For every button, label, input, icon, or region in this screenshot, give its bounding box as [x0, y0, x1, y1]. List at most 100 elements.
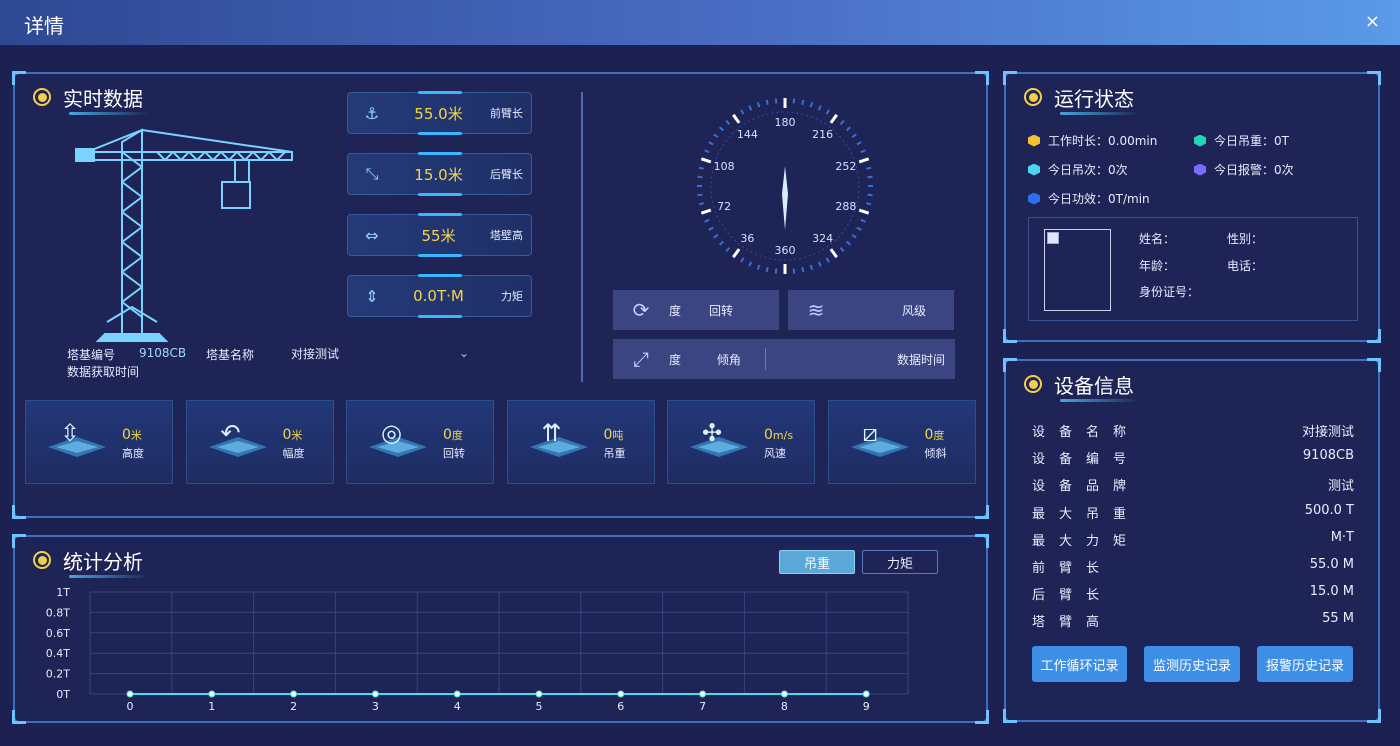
compass-tick	[846, 240, 852, 246]
device-info-key: 前臂长	[1032, 561, 1114, 576]
data-point	[535, 690, 543, 698]
compass-tick	[748, 261, 753, 267]
compass-tick	[756, 264, 761, 271]
stat-value: 0米	[282, 427, 303, 443]
rotation-reading: ⟳ 度 回转	[613, 290, 779, 330]
device-info-row: 设备编号 9108CB	[1032, 448, 1354, 467]
compass-tick	[765, 266, 769, 273]
x-tick-label: 9	[863, 700, 870, 712]
compass-tick	[825, 109, 830, 115]
data-point	[699, 690, 707, 698]
tab-moment[interactable]: 力矩	[862, 550, 938, 574]
operator-id-card: 身份证号：	[1139, 285, 1200, 299]
front-arm-card: ⚓ 55.0米 前臂长	[347, 91, 532, 135]
data-point	[371, 690, 379, 698]
x-tick-label: 2	[290, 700, 297, 712]
vertical-divider	[581, 92, 583, 382]
compass-label: 36	[740, 232, 754, 245]
compass-tick	[809, 264, 814, 271]
compass-label: 360	[775, 244, 796, 257]
today-efficiency: 今日功效：0T/min	[1028, 190, 1150, 207]
compass-tick	[732, 113, 741, 124]
tower-name-select[interactable]: 对接测试 ⌄	[291, 342, 469, 364]
stat-value: 0度	[443, 427, 463, 443]
compass-tick	[867, 175, 873, 179]
stat-value: 0吨	[603, 427, 624, 443]
compass-tick	[765, 99, 769, 106]
compass-tick	[851, 233, 857, 239]
lift-weight-icon: ⇈	[541, 419, 562, 447]
x-tick-label: 4	[454, 700, 461, 712]
tilt-reading: ⤢ 度 倾角 数据时间	[613, 339, 955, 379]
compass-tick	[774, 268, 778, 274]
compass-tick	[698, 202, 705, 206]
compass-tick	[700, 208, 712, 215]
stat-value: 0度	[924, 427, 945, 443]
window-titlebar: 详情 ×	[0, 0, 1400, 45]
data-point	[862, 690, 870, 698]
device-info-row: 前臂长 55.0 M	[1032, 557, 1354, 576]
data-point	[126, 690, 134, 698]
stat-card-lift-weight: ⇈ 0吨 吊重	[506, 400, 655, 484]
today-alarm-count: 今日报警：0次	[1194, 161, 1294, 178]
data-point	[290, 690, 298, 698]
moment-label: 力矩	[501, 290, 523, 303]
title-dot-icon	[33, 551, 51, 569]
compass-needle	[782, 166, 788, 230]
device-info-key: 后臂长	[1032, 588, 1114, 604]
compass-tick	[839, 247, 845, 253]
device-info-row: 设备名称 对接测试	[1032, 421, 1354, 440]
title-dot-icon	[33, 88, 51, 106]
fetch-time-label: 数据获取时间	[67, 365, 140, 379]
stat-label: 倾斜	[924, 447, 947, 460]
device-info-row: 后臂长 15.0 M	[1032, 584, 1354, 603]
compass-dial: 180 216 252 288 324 360 36 72 108 144	[697, 98, 873, 274]
device-info-key: 塔臂高	[1032, 615, 1114, 631]
operator-card: 姓名： 性别： 年龄： 电话： 身份证号：	[1028, 217, 1358, 321]
y-tick-label: 1T	[56, 586, 70, 599]
x-tick-label: 8	[781, 700, 788, 712]
work-cycle-record-button[interactable]: 工作循环记录	[1032, 646, 1127, 682]
device-info-value: 对接测试	[1301, 425, 1354, 440]
chevron-down-icon: ⌄	[458, 346, 469, 360]
window-title: 详情	[24, 14, 64, 38]
height-icon: ⇳	[60, 419, 81, 447]
compass-tick	[700, 157, 712, 164]
operator-gender: 性别：	[1227, 232, 1264, 246]
compass-tick	[809, 101, 814, 108]
rotation-icon: ◎	[381, 419, 402, 447]
compass-label: 72	[717, 200, 731, 213]
operator-phone: 电话：	[1227, 259, 1264, 273]
front-arm-value: 55.0米	[414, 104, 463, 123]
close-icon[interactable]: ×	[1365, 11, 1380, 32]
monitor-history-button[interactable]: 监测历史记录	[1144, 646, 1240, 682]
compass-tick	[829, 248, 838, 259]
analysis-title: 统计分析	[33, 547, 149, 578]
operator-photo	[1044, 229, 1111, 311]
hexagon-icon	[1028, 134, 1040, 147]
alarm-history-button[interactable]: 报警历史记录	[1257, 646, 1353, 682]
y-tick-label: 0.8T	[46, 606, 70, 619]
front-arm-label: 前臂长	[490, 107, 523, 120]
compass-label: 288	[835, 200, 856, 213]
rear-arm-card: ⤡ 15.0米 后臂长	[347, 152, 532, 196]
tower-height-value: 55米	[421, 226, 456, 245]
compass-tick	[704, 149, 710, 154]
compass-tick	[865, 166, 872, 170]
compass-tick	[748, 105, 753, 111]
moment-icon: ⇕	[365, 286, 379, 306]
compass-tick	[792, 98, 796, 104]
compass-tick	[817, 105, 822, 111]
compass-tick	[713, 233, 719, 239]
device-info-value: M·T	[1330, 529, 1354, 545]
tab-lift-weight[interactable]: 吊重	[779, 550, 855, 574]
compass-tick	[858, 208, 870, 215]
compass-tick	[718, 126, 724, 132]
compass-tick	[704, 218, 710, 223]
compass-tick	[740, 109, 745, 115]
device-info-value: 500.0 T	[1304, 502, 1354, 518]
operator-age: 年龄：	[1139, 259, 1176, 273]
compass-label: 144	[737, 128, 758, 141]
compass-label: 324	[812, 232, 833, 245]
compass-label: 252	[835, 160, 856, 173]
